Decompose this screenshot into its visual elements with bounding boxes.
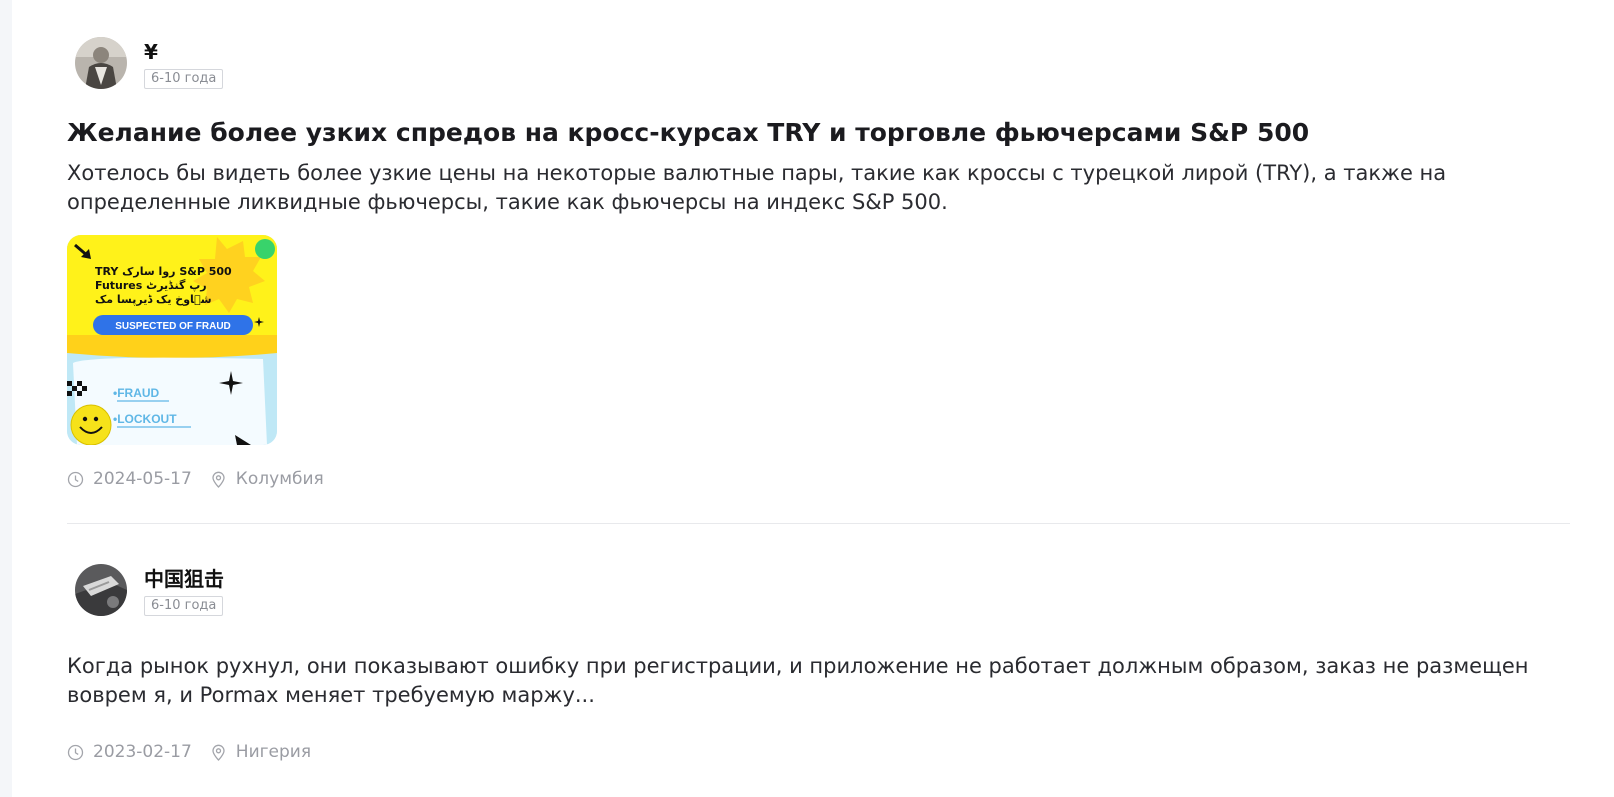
left-gutter <box>0 0 12 797</box>
clock-icon <box>67 744 84 761</box>
avatar[interactable] <box>75 564 127 616</box>
image-tag-fraud: •FRAUD <box>113 386 160 400</box>
author-name: ¥ <box>144 40 158 64</box>
tenure-badge: 6-10 года <box>144 69 224 89</box>
review-card[interactable]: ¥ 6-10 года Желание более узких спредов … <box>67 0 1570 524</box>
post-meta: 2024-05-17 Колумбия <box>67 469 1570 489</box>
post-body: Когда рынок рухнул, они показывают ошибк… <box>67 654 1529 707</box>
post-image[interactable]: SUSPECTED OF FRAUD TRY روا سارک S&P 500 … <box>67 235 277 445</box>
location-pin-icon <box>210 471 227 488</box>
post-meta: 2023-02-17 Нигерия <box>67 742 1570 762</box>
image-headline-line3: ش٘اوخ یک ڈیرپسا مک <box>95 293 212 306</box>
author-name: 中国狙击 <box>144 567 224 591</box>
image-headline-line1: TRY روا سارک S&P 500 <box>95 265 232 278</box>
review-feed: ¥ 6-10 года Желание более узких спредов … <box>67 0 1570 762</box>
post-body: Хотелось бы видеть более узкие цены на н… <box>67 161 1447 214</box>
review-card[interactable]: 中国狙击 6-10 года Когда рынок рухнул, они п… <box>67 524 1570 762</box>
image-banner-text: SUSPECTED OF FRAUD <box>115 321 231 332</box>
post-date: 2024-05-17 <box>93 469 192 489</box>
tenure-badge: 6-10 года <box>144 596 224 616</box>
location-pin-icon <box>210 744 227 761</box>
post-date: 2023-02-17 <box>93 742 192 762</box>
image-tag-lockout: •LOCKOUT <box>113 412 177 426</box>
author-row: 中国狙击 6-10 года <box>67 564 1570 618</box>
post-location: Нигерия <box>235 742 312 762</box>
avatar[interactable] <box>75 37 127 89</box>
author-row: ¥ 6-10 года <box>67 37 1570 91</box>
post-location: Колумбия <box>235 469 324 489</box>
clock-icon <box>67 471 84 488</box>
image-headline-line2: Futures رپ گنڈیرٹ <box>95 279 207 292</box>
post-title[interactable]: Желание более узких спредов на кросс-кур… <box>67 117 1570 149</box>
